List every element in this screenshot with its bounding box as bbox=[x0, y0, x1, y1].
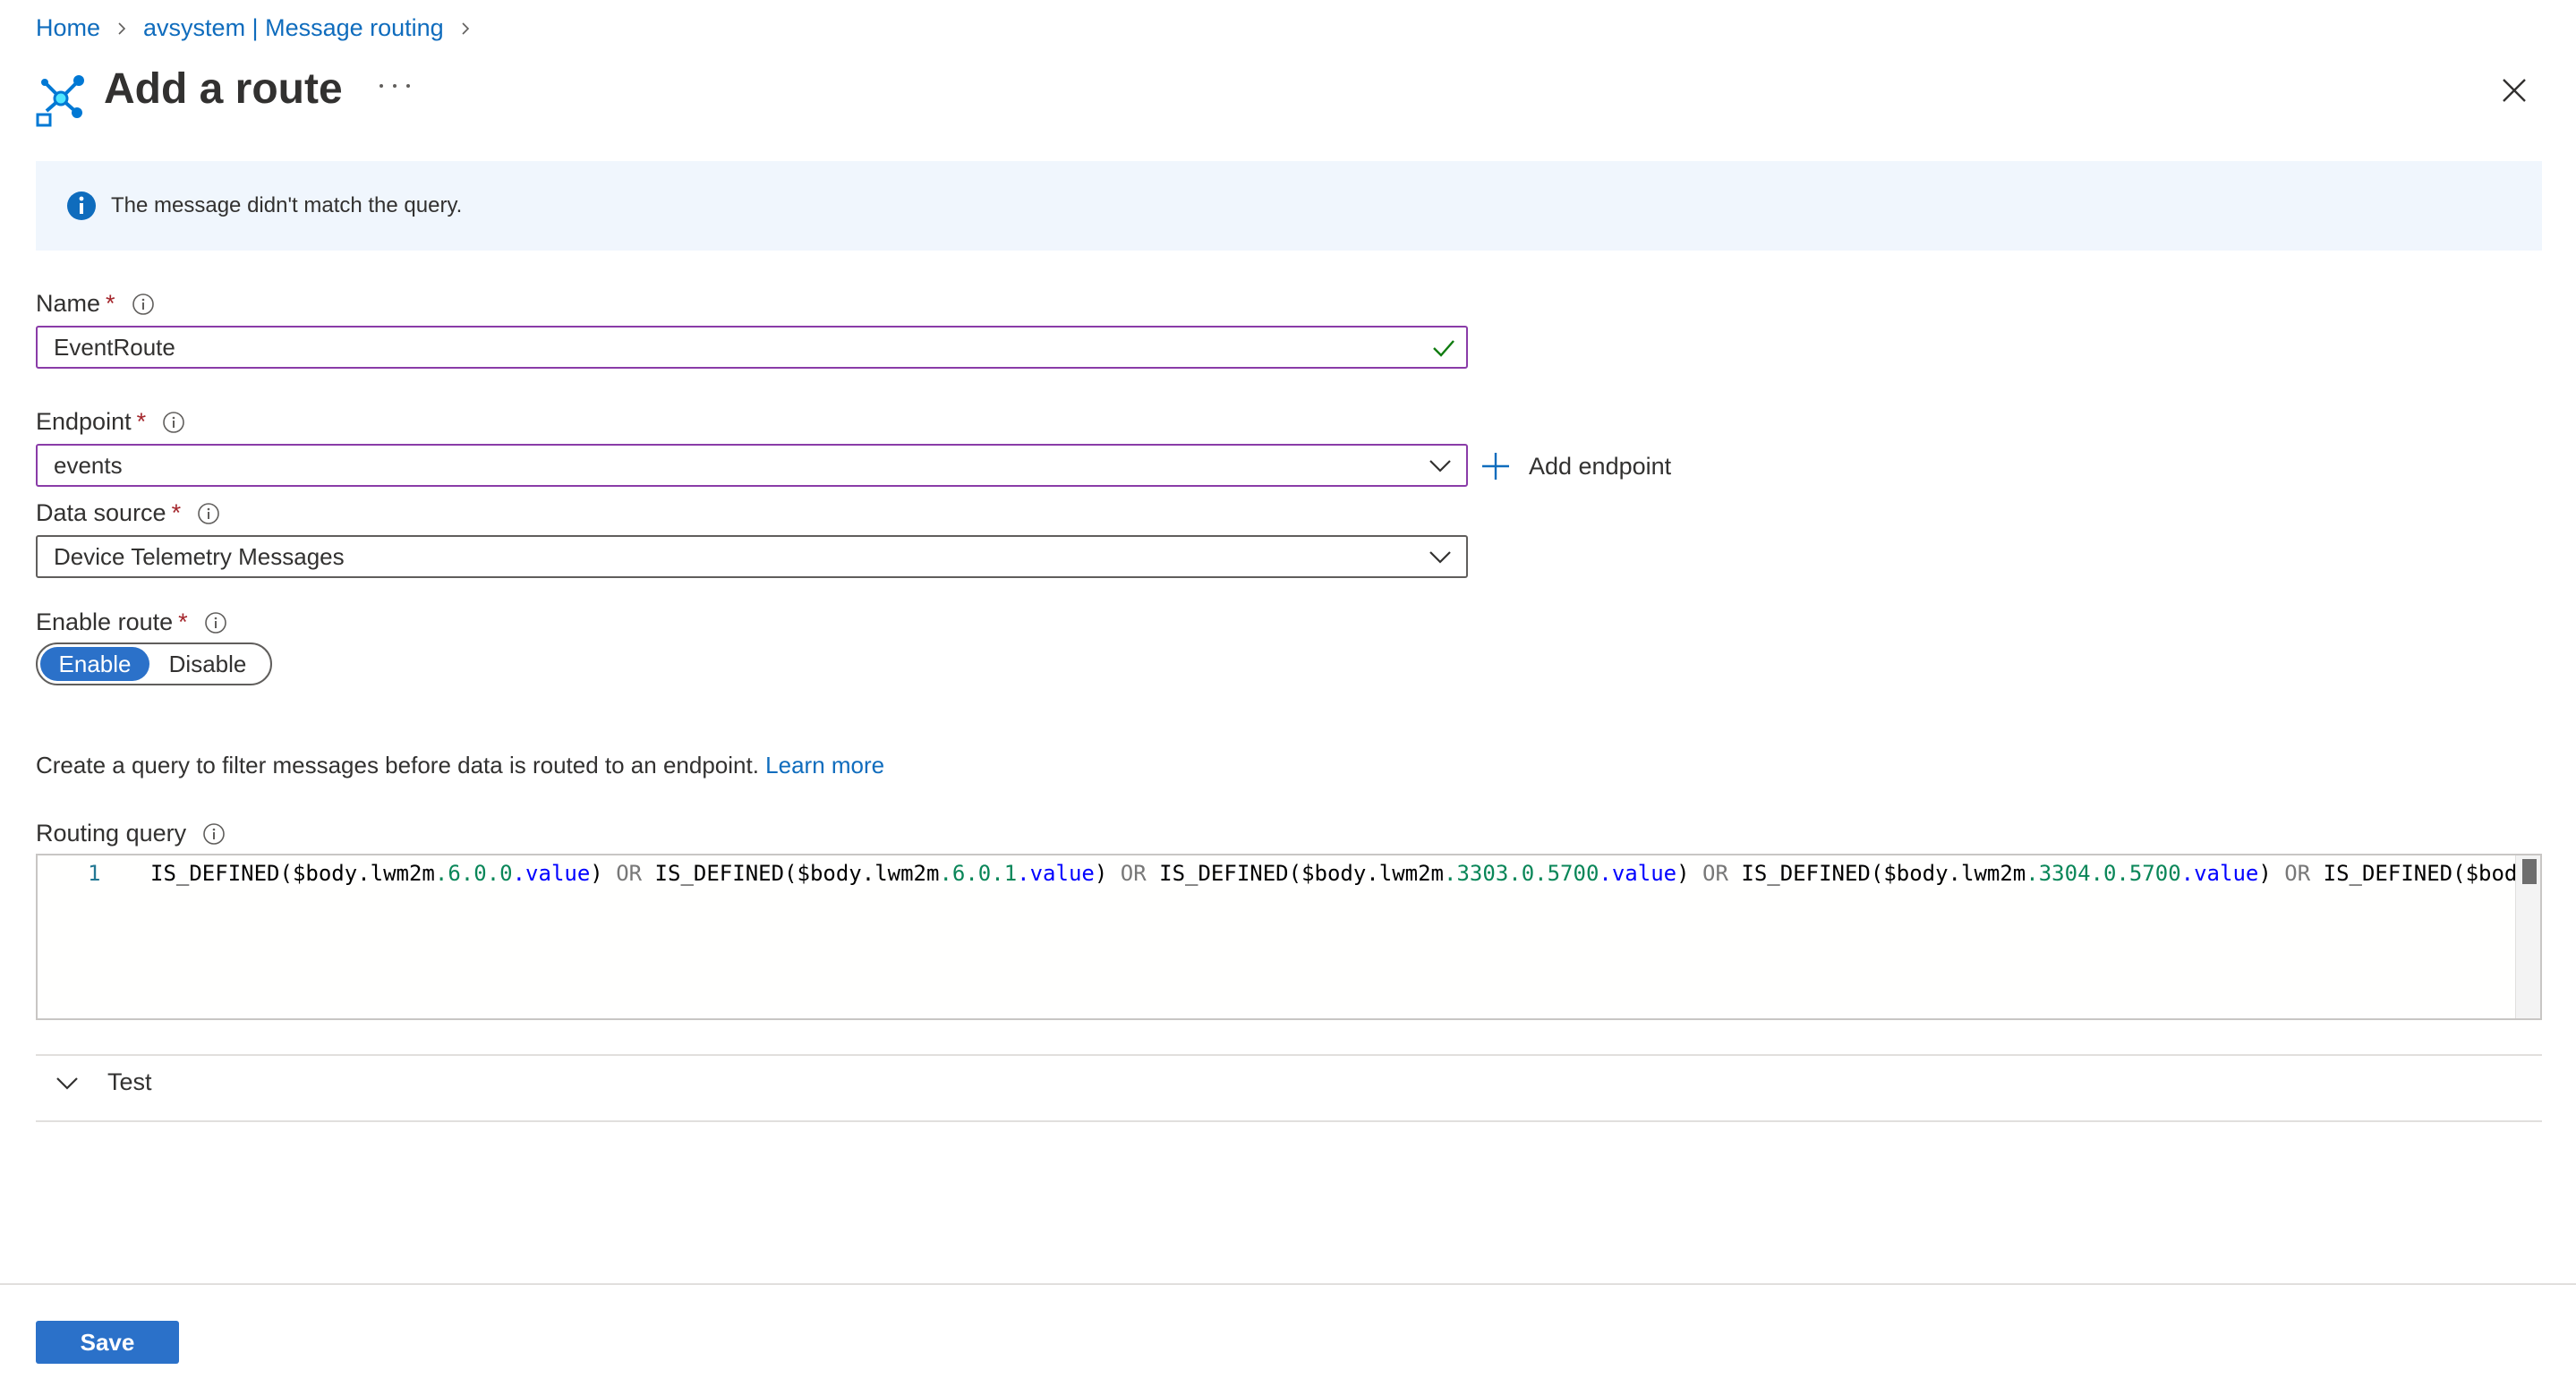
page-title: Add a route bbox=[104, 65, 343, 113]
check-icon bbox=[1433, 340, 1454, 357]
query-token: ) bbox=[2258, 861, 2285, 886]
info-tooltip-icon[interactable] bbox=[132, 293, 155, 316]
more-dot-icon bbox=[406, 84, 410, 88]
info-message-text: The message didn't match the query. bbox=[111, 193, 463, 217]
info-message-bar: The message didn't match the query. bbox=[36, 161, 2542, 251]
query-token: .value bbox=[1599, 861, 1677, 886]
name-input-value: EventRoute bbox=[54, 333, 175, 361]
section-divider bbox=[36, 1120, 2542, 1122]
close-icon[interactable] bbox=[2501, 77, 2528, 104]
query-token: .6.0.1 bbox=[939, 861, 1018, 886]
disable-option[interactable]: Disable bbox=[149, 647, 266, 681]
more-options-button[interactable] bbox=[380, 75, 410, 97]
chevron-down-icon bbox=[1429, 551, 1451, 564]
query-code-line[interactable]: IS_DEFINED($body.lwm2m.6.0.0.value) OR I… bbox=[150, 861, 2517, 886]
query-token: ) bbox=[1676, 861, 1703, 886]
breadcrumb-message-routing[interactable]: avsystem | Message routing bbox=[143, 14, 444, 42]
enable-route-label: Enable route * bbox=[36, 608, 227, 636]
enable-option[interactable]: Enable bbox=[40, 647, 149, 681]
footer-divider bbox=[0, 1283, 2576, 1285]
data-source-dropdown-value: Device Telemetry Messages bbox=[54, 542, 345, 570]
routing-query-label-text: Routing query bbox=[36, 820, 187, 847]
test-section-label: Test bbox=[107, 1068, 152, 1095]
endpoint-dropdown-value: events bbox=[54, 451, 123, 479]
chevron-right-icon bbox=[462, 21, 469, 35]
add-endpoint-button[interactable]: Add endpoint bbox=[1480, 451, 1671, 481]
line-number: 1 bbox=[88, 861, 101, 886]
endpoint-label: Endpoint * bbox=[36, 408, 185, 436]
breadcrumb: Home avsystem | Message routing bbox=[36, 14, 487, 42]
required-marker: * bbox=[171, 499, 182, 526]
page-header bbox=[36, 64, 86, 127]
query-token: .3304.0.5700 bbox=[2026, 861, 2181, 886]
query-token: .3303.0.5700 bbox=[1444, 861, 1599, 886]
endpoint-dropdown[interactable]: events bbox=[36, 444, 1468, 487]
query-token: .value bbox=[2180, 861, 2259, 886]
query-token: .6.0.0 bbox=[434, 861, 513, 886]
query-token: OR bbox=[616, 861, 643, 886]
data-source-dropdown[interactable]: Device Telemetry Messages bbox=[36, 535, 1468, 578]
query-token: .value bbox=[512, 861, 591, 886]
breadcrumb-home[interactable]: Home bbox=[36, 14, 100, 42]
endpoint-label-text: Endpoint bbox=[36, 408, 132, 435]
chevron-down-icon bbox=[56, 1076, 78, 1090]
query-token: ) bbox=[590, 861, 617, 886]
learn-more-link[interactable]: Learn more bbox=[765, 752, 884, 779]
add-endpoint-label: Add endpoint bbox=[1529, 452, 1672, 480]
query-description-text: Create a query to filter messages before… bbox=[36, 752, 759, 779]
save-button[interactable]: Save bbox=[36, 1321, 179, 1364]
name-label-text: Name bbox=[36, 290, 101, 317]
test-section-toggle[interactable]: Test bbox=[36, 1068, 152, 1096]
query-token: ) bbox=[1094, 861, 1121, 886]
routing-query-label: Routing query bbox=[36, 820, 226, 847]
query-token: OR bbox=[2284, 861, 2311, 886]
more-dot-icon bbox=[393, 84, 397, 88]
info-tooltip-icon[interactable] bbox=[204, 611, 227, 634]
query-token: .value bbox=[1017, 861, 1095, 886]
info-tooltip-icon[interactable] bbox=[202, 822, 226, 846]
editor-scrollbar[interactable] bbox=[2515, 855, 2540, 1018]
data-source-label-text: Data source bbox=[36, 499, 166, 526]
query-token: IS_DEFINED($body.lwm2m bbox=[150, 861, 435, 886]
name-input[interactable]: EventRoute bbox=[36, 326, 1468, 369]
data-source-label: Data source * bbox=[36, 499, 220, 527]
enable-route-label-text: Enable route bbox=[36, 608, 174, 635]
query-token: IS_DEFINED($body.lwm2m bbox=[642, 861, 940, 886]
chevron-down-icon bbox=[1429, 460, 1451, 472]
query-token: OR bbox=[1702, 861, 1728, 886]
section-divider bbox=[36, 1054, 2542, 1056]
routing-query-editor[interactable]: 1 IS_DEFINED($body.lwm2m.6.0.0.value) OR… bbox=[36, 854, 2542, 1020]
info-icon bbox=[67, 191, 96, 220]
more-dot-icon bbox=[380, 84, 383, 88]
query-token: IS_DEFINED($body.lwm2m bbox=[1146, 861, 1445, 886]
query-token: OR bbox=[1120, 861, 1147, 886]
plus-icon bbox=[1482, 453, 1509, 480]
info-tooltip-icon[interactable] bbox=[197, 502, 220, 525]
scrollbar-thumb[interactable] bbox=[2522, 859, 2537, 884]
query-description: Create a query to filter messages before… bbox=[36, 752, 884, 779]
required-marker: * bbox=[136, 408, 147, 435]
info-tooltip-icon[interactable] bbox=[162, 411, 185, 434]
required-marker: * bbox=[106, 290, 115, 317]
enable-route-toggle: Enable Disable bbox=[36, 642, 272, 685]
query-token: IS_DEFINED($body.lwm2m bbox=[1727, 861, 2026, 886]
name-label: Name * bbox=[36, 290, 155, 318]
query-token: IS_DEFINED($bod bbox=[2310, 861, 2518, 886]
chevron-right-icon bbox=[118, 21, 126, 35]
required-marker: * bbox=[178, 608, 188, 635]
route-icon bbox=[36, 75, 84, 127]
